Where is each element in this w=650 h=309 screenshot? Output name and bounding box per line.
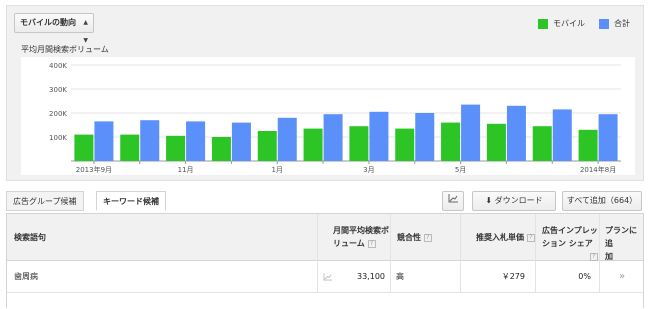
header-ad-impression-share[interactable]: 広告インプレッ ション シェア ? [542, 224, 598, 263]
bar-chart: 100K 200K 300K 400K 2013年9月 11月 1月 3月 5月 2014年8月 [49, 62, 621, 174]
y-tick-label: 300K [49, 86, 67, 94]
header-avg-volume-line2: リューム ? [333, 237, 389, 250]
bar-total [323, 114, 343, 161]
x-tick-label: 2013年9月 [76, 165, 112, 174]
help-icon[interactable]: ? [589, 252, 598, 261]
header-share-line1: 広告インプレッ [542, 226, 598, 235]
bar-mobile [395, 128, 415, 161]
bar-total [415, 113, 435, 161]
header-avg-volume-line1: 月間平均検索ボ [333, 226, 389, 235]
bar-mobile [441, 122, 461, 161]
bar-mobile [74, 134, 94, 161]
bar-mobile [166, 135, 186, 161]
header-add-to-plan: プランに追 加 [605, 224, 643, 263]
legend-item-total: 合計 [599, 18, 630, 29]
bar-mobile [120, 134, 140, 161]
bar-total [461, 104, 481, 161]
bid-cell: ￥279 [501, 272, 525, 281]
x-tick-label: 2014年8月 [580, 165, 616, 174]
bar-total [369, 111, 389, 161]
legend-swatch-mobile [538, 18, 548, 29]
bar-total [231, 122, 251, 161]
header-avg-volume[interactable]: 月間平均検索ボ リューム ? [333, 224, 389, 250]
keyword-cell[interactable]: 歯周病 [14, 261, 38, 293]
table-header: 検索語句 月間平均検索ボ リューム ? 競合性 ? 推奨入札単価 ? 広告インプ… [7, 214, 643, 261]
bar-mobile [303, 128, 323, 161]
table-footer [7, 293, 643, 309]
help-icon[interactable]: ? [423, 233, 432, 242]
bar-mobile [257, 131, 277, 161]
volume-cell: 33,100 [357, 272, 385, 281]
y-tick-label: 400K [49, 62, 67, 70]
header-share-line2: ション シェア [542, 239, 593, 248]
x-tick-label: 3月 [363, 166, 374, 174]
impression-share-cell: 0% [578, 272, 591, 281]
x-tick-label: 5月 [455, 166, 466, 174]
keyword-table: 検索語句 月間平均検索ボ リューム ? 競合性 ? 推奨入札単価 ? 広告インプ… [6, 213, 644, 308]
legend-label-mobile: モバイル [553, 19, 585, 28]
header-suggested-bid[interactable]: 推奨入札単価 ? [476, 231, 535, 244]
legend-label-total: 合計 [614, 19, 630, 28]
tab-ad-group-ideas[interactable]: 広告グループ候補 [6, 191, 84, 211]
tabs-toolbar: 広告グループ候補 キーワード候補 ⬇ ダウンロード すべて追加（664） [6, 191, 644, 211]
help-icon[interactable]: ? [526, 233, 535, 242]
header-bid-text: 推奨入札単価 [476, 233, 524, 242]
bar-mobile [211, 137, 231, 161]
bar-mobile [486, 123, 506, 161]
header-keyword[interactable]: 検索語句 [14, 231, 46, 244]
double-chevron-right-icon[interactable]: » [619, 261, 625, 293]
chart-panel: モバイルの動向 ▲ ▼ モバイル 合計 平均月間検索ボリューム 100K 200K 3… [6, 5, 644, 181]
chart-icon [448, 194, 458, 205]
y-tick-label: 200K [49, 110, 67, 118]
tab-keyword-ideas[interactable]: キーワード候補 [96, 191, 166, 211]
header-competition[interactable]: 競合性 ? [397, 231, 432, 244]
header-avg-volume-text2: リューム [333, 239, 365, 248]
chart-toggle-button[interactable] [442, 191, 464, 211]
y-tick-label: 100K [49, 134, 67, 142]
bar-total [186, 121, 206, 161]
legend-item-mobile: モバイル [538, 18, 585, 29]
x-tick-label: 1月 [272, 166, 283, 174]
bar-total [277, 117, 297, 161]
header-plan-line1: プランに追 [605, 226, 637, 248]
table-row[interactable]: 歯周病 33,100 高 ￥279 0% » [7, 261, 643, 293]
download-icon: ⬇ [485, 196, 493, 205]
bar-mobile [532, 126, 552, 161]
bar-mobile [578, 129, 598, 161]
chart-title: 平均月間検索ボリューム [21, 45, 109, 54]
chart-plot: 100K 200K 300K 400K 2013年9月 11月 1月 3月 5月 2014年8月 [21, 57, 635, 175]
competition-cell: 高 [396, 272, 404, 281]
bar-total [552, 109, 572, 161]
download-button[interactable]: ⬇ ダウンロード [472, 191, 556, 211]
add-all-button[interactable]: すべて追加（664） [562, 191, 642, 211]
bar-total [598, 114, 618, 161]
download-label: ダウンロード [494, 196, 543, 205]
x-tick-label: 11月 [178, 166, 194, 174]
bar-total [94, 121, 114, 161]
bar-mobile [349, 126, 369, 161]
trend-mode-label: モバイルの動向 [20, 18, 76, 27]
chart-legend: モバイル 合計 [524, 18, 630, 29]
help-icon[interactable]: ? [367, 239, 376, 248]
legend-swatch-total [599, 18, 609, 29]
trend-chart-icon[interactable] [323, 261, 335, 293]
trend-mode-select[interactable]: モバイルの動向 ▲ ▼ [14, 13, 94, 44]
bar-total [506, 105, 526, 161]
header-competition-text: 競合性 [397, 233, 421, 242]
bar-total [140, 120, 160, 161]
